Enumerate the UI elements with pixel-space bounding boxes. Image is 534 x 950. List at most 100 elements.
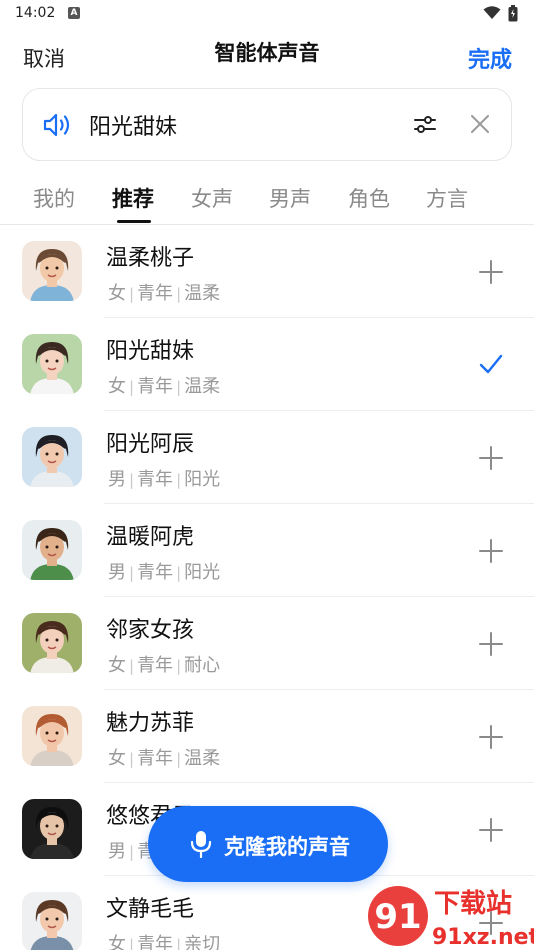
clone-voice-label: 克隆我的声音 <box>224 835 350 859</box>
voice-row[interactable]: 魅力苏菲女 | 青年 | 温柔 <box>0 690 534 783</box>
voice-tag: 男 <box>108 841 126 862</box>
tab-mine[interactable]: 我的 <box>33 183 75 213</box>
voice-tag: 女 <box>108 283 126 304</box>
tag-separator: | <box>129 471 135 489</box>
add-icon[interactable] <box>478 259 504 289</box>
page-title: 智能体声音 <box>214 41 320 65</box>
clone-voice-button[interactable]: 克隆我的声音 <box>148 806 388 882</box>
voice-tags: 女 | 青年 | 温柔 <box>108 372 220 398</box>
category-tabs: 我的 推荐 女声 男声 角色 方言 <box>0 180 534 224</box>
top-bar: 取消 智能体声音 完成 <box>0 30 534 82</box>
voice-avatar <box>22 613 82 673</box>
add-icon[interactable] <box>478 724 504 754</box>
voice-tag: 阳光 <box>184 562 221 583</box>
voice-tag: 青年 <box>137 748 174 769</box>
voice-tag: 耐心 <box>184 655 221 676</box>
voice-avatar <box>22 334 82 394</box>
battery-icon <box>508 5 518 22</box>
tag-separator: | <box>176 657 182 675</box>
voice-name: 阳光甜妹 <box>106 339 195 364</box>
voice-row[interactable]: 温柔桃子女 | 青年 | 温柔 <box>0 225 534 318</box>
tag-separator: | <box>129 843 135 861</box>
tab-female[interactable]: 女声 <box>191 183 233 213</box>
voice-tag: 亲切 <box>184 934 221 950</box>
tab-dialect[interactable]: 方言 <box>426 183 468 213</box>
voice-avatar <box>22 241 82 301</box>
tag-separator: | <box>176 564 182 582</box>
checkmark-icon[interactable] <box>478 352 504 380</box>
voice-name: 温柔桃子 <box>106 246 195 271</box>
voice-tag: 男 <box>108 562 126 583</box>
add-icon[interactable] <box>478 631 504 661</box>
voice-tag: 阳光 <box>184 469 221 490</box>
tag-separator: | <box>129 657 135 675</box>
active-tab-indicator <box>117 220 151 223</box>
watermark-logo: 91 下载站 91xz.net <box>362 882 534 950</box>
voice-row[interactable]: 阳光阿辰男 | 青年 | 阳光 <box>0 411 534 504</box>
voice-tag: 温柔 <box>184 748 221 769</box>
voice-tags: 男 | 青年 | 阳光 <box>108 558 220 584</box>
close-icon[interactable] <box>469 113 491 135</box>
current-voice-card: 阳光甜妹 <box>22 88 512 161</box>
tab-recommended[interactable]: 推荐 <box>112 183 154 213</box>
add-icon[interactable] <box>478 538 504 568</box>
voice-tag: 温柔 <box>184 376 221 397</box>
status-bar: 14:02 A <box>0 0 534 28</box>
voice-name: 邻家女孩 <box>106 618 195 643</box>
voice-tags: 女 | 青年 | 亲切 <box>108 930 220 950</box>
watermark-top-text: 下载站 <box>434 889 512 919</box>
tag-separator: | <box>176 285 182 303</box>
settings-sliders-icon[interactable] <box>413 113 437 137</box>
voice-avatar <box>22 892 82 950</box>
voice-name: 阳光阿辰 <box>106 432 195 457</box>
tag-separator: | <box>176 378 182 396</box>
tag-separator: | <box>129 936 135 950</box>
voice-name: 魅力苏菲 <box>106 711 195 736</box>
voice-tag: 青年 <box>137 562 174 583</box>
voice-tags: 女 | 青年 | 耐心 <box>108 651 220 677</box>
tag-separator: | <box>129 564 135 582</box>
voice-tag: 温柔 <box>184 283 221 304</box>
voice-tag: 女 <box>108 655 126 676</box>
tag-separator: | <box>129 750 135 768</box>
current-voice-name: 阳光甜妹 <box>89 115 178 140</box>
voice-row[interactable]: 阳光甜妹女 | 青年 | 温柔 <box>0 318 534 411</box>
tab-male[interactable]: 男声 <box>269 183 311 213</box>
voice-tags: 女 | 青年 | 温柔 <box>108 744 220 770</box>
voice-tag: 女 <box>108 376 126 397</box>
voice-row[interactable]: 温暖阿虎男 | 青年 | 阳光 <box>0 504 534 597</box>
voice-name: 文静毛毛 <box>106 897 195 922</box>
tag-separator: | <box>176 471 182 489</box>
wifi-icon <box>483 6 501 19</box>
status-time: 14:02 <box>15 5 56 21</box>
voice-row[interactable]: 邻家女孩女 | 青年 | 耐心 <box>0 597 534 690</box>
voice-tag: 女 <box>108 748 126 769</box>
voice-avatar <box>22 427 82 487</box>
voice-tag: 男 <box>108 469 126 490</box>
voice-tag: 青年 <box>137 655 174 676</box>
voice-tag: 青年 <box>137 376 174 397</box>
voice-name: 温暖阿虎 <box>106 525 195 550</box>
voice-tags: 女 | 青年 | 温柔 <box>108 279 220 305</box>
voice-tag: 青年 <box>137 469 174 490</box>
voice-avatar <box>22 706 82 766</box>
watermark-bottom-text: 91xz.net <box>432 925 534 950</box>
speaker-icon[interactable] <box>43 112 73 138</box>
voice-tags: 男 | 青年 | 阳光 <box>108 465 220 491</box>
tag-separator: | <box>176 936 182 950</box>
tag-separator: | <box>129 285 135 303</box>
svg-text:91: 91 <box>374 897 421 937</box>
add-icon[interactable] <box>478 817 504 847</box>
tag-separator: | <box>176 750 182 768</box>
voice-tag: 青年 <box>137 934 174 950</box>
microphone-icon <box>190 831 212 858</box>
voice-avatar <box>22 520 82 580</box>
voice-avatar <box>22 799 82 859</box>
tag-separator: | <box>129 378 135 396</box>
notification-icon: A <box>68 7 80 19</box>
tab-character[interactable]: 角色 <box>348 183 390 213</box>
done-button[interactable]: 完成 <box>468 42 512 74</box>
add-icon[interactable] <box>478 445 504 475</box>
voice-tag: 女 <box>108 934 126 950</box>
voice-tag: 青年 <box>137 283 174 304</box>
